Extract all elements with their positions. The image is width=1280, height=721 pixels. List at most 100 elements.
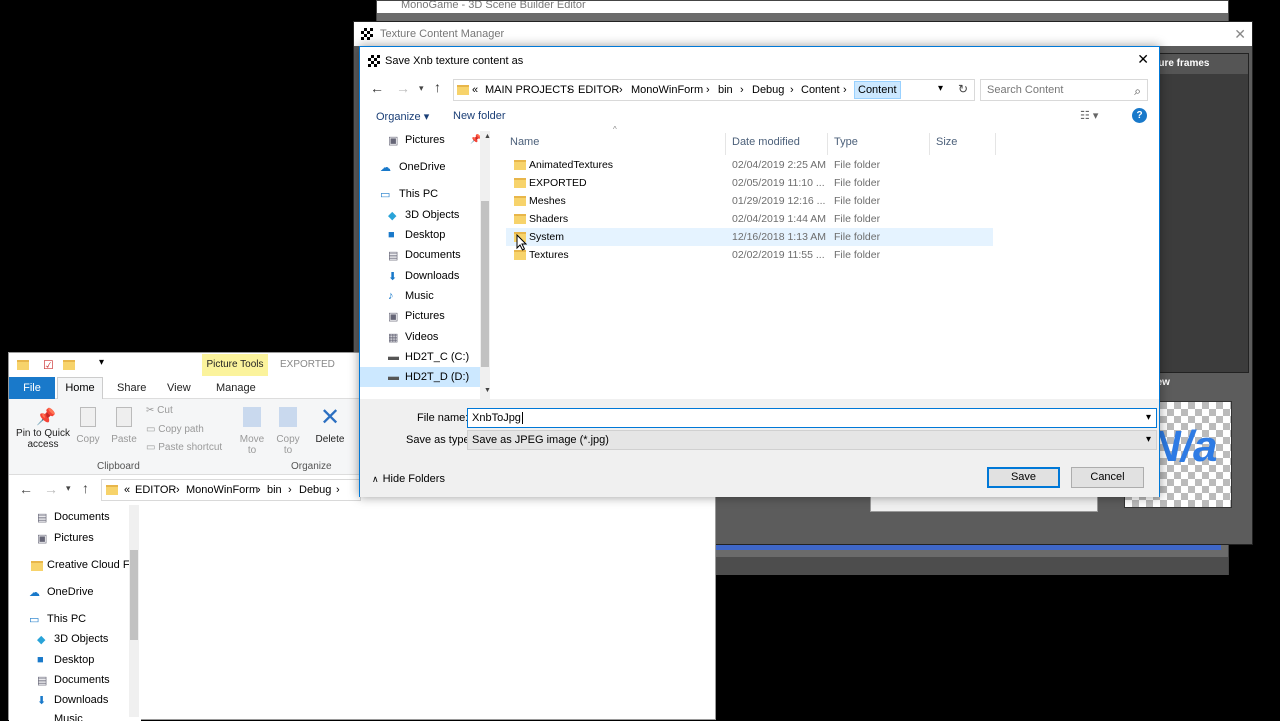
nav-videos[interactable]: Videos [405, 331, 438, 343]
nav-desktop[interactable]: Desktop [54, 654, 94, 666]
music-icon: ♪ [388, 290, 394, 302]
nav-this-pc[interactable]: This PC [399, 188, 438, 200]
pictures-icon: ▣ [388, 135, 399, 147]
tab-view[interactable]: View [167, 382, 191, 394]
chevron-down-icon[interactable]: ▾ [938, 83, 943, 94]
cancel-button[interactable]: Cancel [1071, 467, 1144, 488]
copy-to-button[interactable]: Copy to [273, 407, 303, 456]
nav-downloads[interactable]: Downloads [405, 270, 459, 282]
crumb-content-current[interactable]: Content [854, 81, 901, 99]
tcm-close-button[interactable]: ✕ [1234, 22, 1246, 46]
help-icon[interactable]: ? [1132, 108, 1147, 123]
nav-pictures[interactable]: Pictures [405, 134, 445, 146]
paste-button[interactable]: Paste [109, 407, 139, 445]
new-folder-button[interactable]: New folder [453, 110, 506, 122]
organize-button[interactable]: Organize ▾ [376, 110, 429, 123]
folder-icon [514, 196, 526, 206]
tab-share[interactable]: Share [117, 382, 146, 394]
nav-music[interactable]: Music [405, 290, 434, 302]
search-input[interactable]: Search Content ⌕ [980, 79, 1148, 101]
column-header-name[interactable]: Name [510, 133, 726, 155]
dialog-nav-scrollbar[interactable]: ▲ ▼ [480, 131, 491, 399]
save-as-type-select[interactable]: Save as JPEG image (*.jpg) ▾ [467, 430, 1157, 450]
nav-creative-cloud[interactable]: Creative Cloud Fil [47, 559, 134, 571]
table-row[interactable]: Meshes 01/29/2019 12:16 ... File folder [506, 192, 993, 210]
crumb-editor[interactable]: EDITOR [578, 84, 619, 96]
cloud-icon: ☁ [380, 162, 391, 174]
crumb-bin[interactable]: bin [718, 84, 733, 96]
documents-icon: ▤ [37, 675, 48, 687]
crumb-monowinform[interactable]: MonoWinForm [631, 84, 703, 96]
dialog-close-button[interactable]: ✕ [1137, 51, 1149, 68]
nav-documents-2[interactable]: Documents [54, 674, 110, 686]
up-arrow-icon[interactable]: ↑ [82, 480, 89, 496]
forward-arrow-icon[interactable]: → [396, 80, 410, 96]
nav-onedrive[interactable]: OneDrive [47, 586, 93, 598]
hide-folders-button[interactable]: ∧ Hide Folders [372, 473, 445, 485]
explorer-nav-scrollbar[interactable] [129, 505, 139, 717]
nav-documents[interactable]: Documents [405, 249, 461, 261]
table-row[interactable]: System 12/16/2018 1:13 AM File folder [506, 228, 993, 246]
table-row[interactable]: Shaders 02/04/2019 1:44 AM File folder [506, 210, 993, 228]
dialog-nav-pane: ▣ Pictures 📌 ☁ OneDrive ▭ This PC ◆ 3D O… [360, 131, 492, 399]
nav-pictures-2[interactable]: Pictures [405, 310, 445, 322]
chevron-down-icon: ▾ [1145, 434, 1151, 445]
nav-documents[interactable]: Documents [54, 511, 110, 523]
back-arrow-icon[interactable]: ← [19, 481, 33, 497]
nav-desktop[interactable]: Desktop [405, 229, 445, 241]
nav-pictures[interactable]: Pictures [54, 532, 94, 544]
properties-icon[interactable]: ☑ [43, 358, 54, 372]
scissors-icon: ✂ [146, 405, 158, 416]
explorer-breadcrumb[interactable]: « EDITOR › MonoWinForm › bin › Debug › [101, 479, 361, 501]
copy-button[interactable]: Copy [73, 407, 103, 445]
new-folder-icon[interactable] [63, 360, 75, 370]
back-arrow-icon[interactable]: ← [370, 80, 384, 96]
move-to-button[interactable]: Move to [237, 407, 267, 456]
table-row[interactable]: AnimatedTextures 02/04/2019 2:25 AM File… [506, 156, 993, 174]
forward-arrow-icon[interactable]: → [44, 481, 58, 497]
copy-path-button[interactable]: ▭ Copy path [146, 424, 204, 435]
up-arrow-icon[interactable]: ↑ [434, 79, 441, 95]
refresh-icon[interactable]: ↻ [958, 82, 968, 96]
picture-tools-tab[interactable]: Picture Tools [202, 354, 268, 376]
chevron-down-icon[interactable]: ▾ [99, 357, 104, 368]
crumb-content[interactable]: Content [801, 84, 840, 96]
delete-icon: ✕ [319, 404, 341, 431]
delete-button[interactable]: ✕ Delete [315, 404, 345, 446]
chevron-down-icon[interactable]: ▾ [1146, 409, 1151, 427]
file-name-input[interactable]: XnbToJpg ▾ [467, 408, 1157, 428]
videos-icon: ▦ [388, 332, 399, 344]
clipboard-group-label: Clipboard [97, 461, 140, 472]
nav-3d-objects[interactable]: 3D Objects [54, 633, 108, 645]
column-header-size[interactable]: Size [936, 133, 996, 155]
nav-drive-d[interactable]: HD2T_D (D:) [405, 371, 469, 383]
nav-this-pc[interactable]: This PC [47, 613, 86, 625]
tab-home[interactable]: Home [57, 377, 103, 399]
nav-drive-c[interactable]: HD2T_C (C:) [405, 351, 469, 363]
paste-shortcut-button[interactable]: ▭ Paste shortcut [146, 442, 222, 453]
file-name-label: File name: [417, 412, 469, 424]
column-header-type[interactable]: Type [834, 133, 930, 155]
3d-objects-icon: ◆ [37, 634, 46, 646]
copy-to-icon [279, 407, 297, 427]
tab-file[interactable]: File [9, 377, 55, 399]
table-row[interactable]: Textures 02/02/2019 11:55 ... File folde… [506, 246, 993, 264]
save-button[interactable]: Save [987, 467, 1060, 488]
view-options-icon[interactable]: ☷ ▾ [1080, 109, 1098, 122]
crumb-debug[interactable]: Debug [752, 84, 784, 96]
nav-onedrive[interactable]: OneDrive [399, 161, 445, 173]
recent-chevron-icon[interactable]: ▾ [66, 483, 71, 494]
copy-path-icon: ▭ [146, 424, 159, 435]
crumb-main-projects[interactable]: MAIN PROJECTS [485, 84, 574, 96]
nav-downloads[interactable]: Downloads [54, 694, 108, 706]
copy-icon [80, 407, 96, 427]
recent-chevron-icon[interactable]: ▾ [419, 83, 424, 94]
nav-3d-objects[interactable]: 3D Objects [405, 209, 459, 221]
tab-manage[interactable]: Manage [216, 382, 256, 394]
documents-icon: ▤ [388, 250, 399, 262]
cut-button[interactable]: ✂ Cut [146, 405, 173, 416]
dialog-address-bar[interactable]: « MAIN PROJECTS › EDITOR › MonoWinForm ›… [453, 79, 975, 101]
column-header-date[interactable]: Date modified [732, 133, 828, 155]
table-row[interactable]: EXPORTED 02/05/2019 11:10 ... File folde… [506, 174, 993, 192]
pin-quick-access-button[interactable]: 📌 Pin to Quick access [13, 407, 73, 450]
